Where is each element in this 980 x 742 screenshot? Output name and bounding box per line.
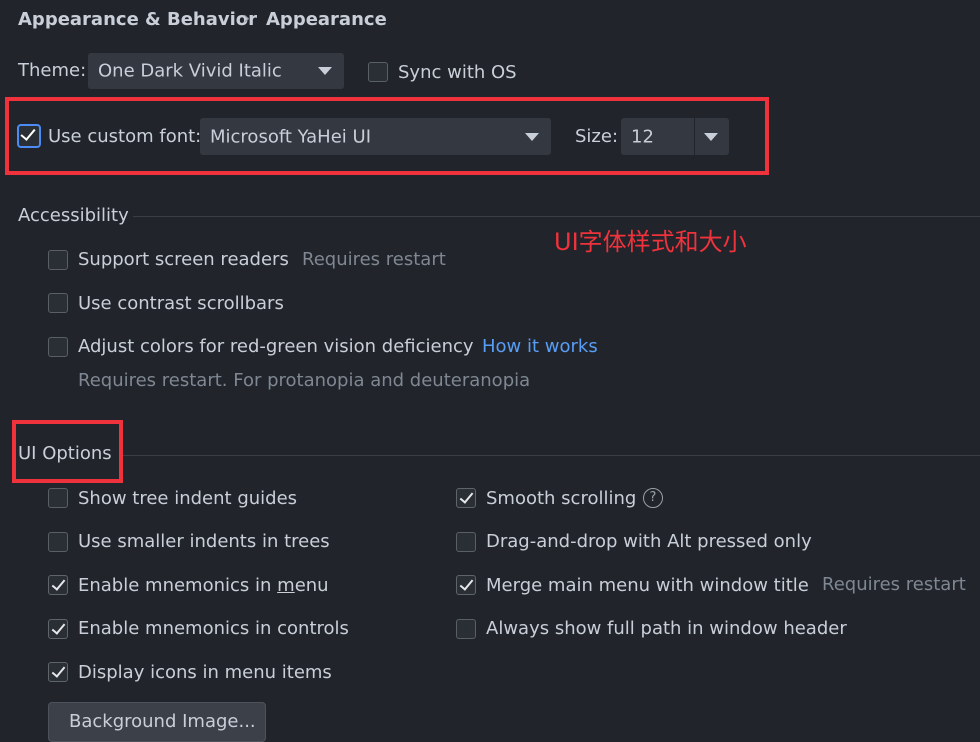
full-path-header-checkbox[interactable]: [456, 619, 476, 639]
contrast-scrollbars-checkbox[interactable]: [48, 293, 68, 313]
chevron-down-icon: [318, 67, 332, 75]
smooth-scrolling-checkbox[interactable]: [456, 488, 476, 508]
background-image-button[interactable]: Background Image...: [48, 702, 266, 742]
merge-menu-label: Merge main menu with window title: [486, 575, 809, 596]
font-size-value[interactable]: 12: [631, 126, 654, 147]
theme-dropdown[interactable]: One Dark Vivid Italic: [88, 53, 344, 89]
tree-indent-guides-checkbox[interactable]: [48, 488, 68, 508]
breadcrumb-parent[interactable]: Appearance & Behavior: [18, 9, 257, 30]
color-adjust-label: Adjust colors for red-green vision defic…: [78, 336, 474, 357]
sync-with-os-checkbox[interactable]: [368, 62, 388, 82]
breadcrumb-current: Appearance: [266, 9, 387, 30]
tree-indent-guides-label: Show tree indent guides: [78, 488, 298, 509]
font-family-value: Microsoft YaHei UI: [210, 126, 371, 147]
how-it-works-link[interactable]: How it works: [482, 336, 598, 357]
font-size-divider: [694, 118, 695, 155]
ui-options-title: UI Options: [18, 443, 112, 464]
chevron-down-icon: [704, 133, 718, 141]
theme-dropdown-value: One Dark Vivid Italic: [98, 60, 282, 82]
color-adjust-checkbox[interactable]: [48, 337, 68, 357]
mnemonics-controls-checkbox[interactable]: [48, 619, 68, 639]
drag-drop-alt-label: Drag-and-drop with Alt pressed only: [486, 531, 812, 552]
merge-menu-restart-note: Requires restart: [822, 574, 966, 595]
mnemonics-controls-label: Enable mnemonics in controls: [78, 618, 349, 639]
background-image-button-label: Background Image...: [69, 711, 256, 732]
merge-menu-checkbox[interactable]: [456, 575, 476, 595]
smaller-indents-label: Use smaller indents in trees: [78, 531, 330, 552]
drag-drop-alt-checkbox[interactable]: [456, 532, 476, 552]
contrast-scrollbars-label: Use contrast scrollbars: [78, 293, 284, 314]
mnemonics-menu-checkbox[interactable]: [48, 575, 68, 595]
annotation-text: UI字体样式和大小: [554, 228, 747, 256]
smooth-scrolling-label: Smooth scrolling: [486, 488, 637, 509]
chevron-down-icon: [525, 133, 539, 141]
use-custom-font-label: Use custom font:: [48, 126, 202, 147]
sync-with-os-label: Sync with OS: [398, 62, 517, 83]
help-icon[interactable]: ?: [643, 488, 663, 508]
use-custom-font-checkbox[interactable]: [17, 124, 41, 148]
font-family-dropdown[interactable]: Microsoft YaHei UI: [200, 118, 551, 155]
mnemonics-menu-label: Enable mnemonics in menu: [78, 575, 329, 596]
screen-readers-restart-note: Requires restart: [302, 249, 446, 270]
smaller-indents-checkbox[interactable]: [48, 532, 68, 552]
breadcrumb-separator-icon: ›: [243, 8, 251, 29]
support-screen-readers-checkbox[interactable]: [48, 250, 68, 270]
font-size-label: Size:: [575, 126, 619, 147]
accessibility-title: Accessibility: [18, 205, 129, 226]
accessibility-separator: [133, 216, 980, 217]
support-screen-readers-label: Support screen readers: [78, 249, 289, 270]
full-path-header-label: Always show full path in window header: [486, 618, 847, 639]
color-adjust-note: Requires restart. For protanopia and deu…: [78, 370, 531, 391]
theme-label: Theme:: [18, 60, 87, 81]
font-size-dropdown[interactable]: 12: [621, 118, 729, 155]
icons-in-menu-label: Display icons in menu items: [78, 662, 332, 683]
icons-in-menu-checkbox[interactable]: [48, 662, 68, 682]
ui-options-separator: [123, 455, 980, 456]
